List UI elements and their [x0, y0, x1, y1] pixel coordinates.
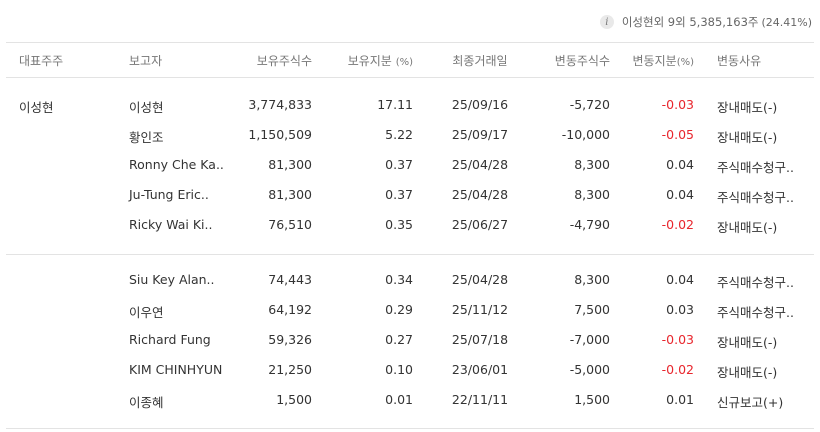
header-reason: 변동사유 — [717, 54, 762, 68]
reason-cell: 장내매도(-) — [717, 365, 778, 380]
change-ratio-cell: 0.03 — [666, 302, 694, 317]
change-ratio-cell: 0.01 — [666, 392, 694, 407]
ratio-cell: 0.01 — [385, 392, 413, 407]
reason-cell: 주식매수청구.. — [717, 160, 794, 175]
change-shares-cell: -4,790 — [569, 217, 610, 232]
change-ratio-cell: -0.05 — [661, 127, 694, 142]
shares-cell: 76,510 — [268, 217, 312, 232]
rep-shareholder: 이성현 — [19, 100, 54, 115]
header-change-ratio: 변동지분(%) — [610, 52, 694, 69]
reason-cell: 주식매수청구.. — [717, 275, 794, 290]
shares-cell: 59,326 — [268, 332, 312, 347]
header-change-shares: 변동주식수 — [554, 54, 610, 68]
ratio-cell: 0.37 — [385, 187, 413, 202]
reason-cell: 주식매수청구.. — [717, 305, 794, 320]
shares-cell: 64,192 — [268, 302, 312, 317]
shares-cell: 3,774,833 — [248, 97, 312, 112]
header-ratio-unit: (%) — [395, 57, 413, 68]
change-shares-cell: 8,300 — [574, 272, 610, 287]
change-ratio-cell: -0.02 — [661, 362, 694, 377]
summary-text: 이성현외 9외 5,385,163주 — [621, 15, 759, 29]
header-change-ratio-label: 변동지분 — [632, 54, 677, 68]
ratio-cell: 0.34 — [385, 272, 413, 287]
change-ratio-cell: -0.02 — [661, 217, 694, 232]
shares-cell: 81,300 — [268, 157, 312, 172]
last-date-cell: 25/06/27 — [451, 217, 509, 232]
last-date-cell: 25/09/17 — [451, 127, 509, 142]
header-change-ratio-unit: (%) — [676, 57, 694, 68]
ratio-cell: 0.27 — [385, 332, 413, 347]
change-ratio-cell: 0.04 — [666, 272, 694, 287]
ratio-cell: 0.37 — [385, 157, 413, 172]
change-shares-cell: 8,300 — [574, 157, 610, 172]
last-date-cell: 22/11/11 — [451, 392, 509, 407]
ratio-cell: 5.22 — [385, 127, 413, 142]
last-date-cell: 25/04/28 — [451, 272, 509, 287]
reason-cell: 주식매수청구.. — [717, 190, 794, 205]
shares-cell: 81,300 — [268, 187, 312, 202]
change-shares-cell: -7,000 — [569, 332, 610, 347]
summary-percent: (24.41%) — [761, 15, 812, 29]
reason-cell: 신규보고(+) — [717, 395, 784, 410]
info-icon[interactable]: i — [599, 15, 614, 29]
group-divider — [6, 254, 814, 255]
change-ratio-cell: -0.03 — [661, 332, 694, 347]
change-ratio-cell: 0.04 — [666, 187, 694, 202]
ratio-cell: 0.10 — [385, 362, 413, 377]
header-shares: 보유주식수 — [256, 54, 312, 68]
change-shares-cell: -10,000 — [561, 127, 610, 142]
shareholder-summary: i 이성현외 9외 5,385,163주 (24.41%) — [599, 13, 812, 31]
header-rep: 대표주주 — [19, 54, 64, 68]
change-shares-cell: -5,000 — [569, 362, 610, 377]
header-bottom-border — [6, 77, 814, 78]
reason-cell: 장내매도(-) — [717, 335, 778, 350]
ratio-cell: 0.35 — [385, 217, 413, 232]
last-date-cell: 25/07/18 — [451, 332, 509, 347]
header-ratio: 보유지분 (%) — [318, 52, 413, 69]
header-last-date: 최종거래일 — [452, 54, 508, 68]
reason-cell: 장내매도(-) — [717, 220, 778, 235]
table-top-border — [6, 42, 814, 43]
header-ratio-label: 보유지분 — [347, 54, 392, 68]
change-shares-cell: 8,300 — [574, 187, 610, 202]
last-date-cell: 23/06/01 — [451, 362, 509, 377]
change-shares-cell: 1,500 — [574, 392, 610, 407]
last-date-cell: 25/04/28 — [451, 187, 509, 202]
reason-cell: 장내매도(-) — [717, 130, 778, 145]
shares-cell: 1,500 — [276, 392, 312, 407]
shares-cell: 1,150,509 — [248, 127, 312, 142]
change-ratio-cell: -0.03 — [661, 97, 694, 112]
shares-cell: 21,250 — [268, 362, 312, 377]
last-date-cell: 25/11/12 — [451, 302, 509, 317]
change-shares-cell: -5,720 — [569, 97, 610, 112]
ratio-cell: 0.29 — [385, 302, 413, 317]
shares-cell: 74,443 — [268, 272, 312, 287]
ratio-cell: 17.11 — [377, 97, 413, 112]
reason-cell: 장내매도(-) — [717, 100, 778, 115]
group-divider — [6, 428, 814, 429]
header-reporter: 보고자 — [129, 54, 163, 68]
change-shares-cell: 7,500 — [574, 302, 610, 317]
last-date-cell: 25/04/28 — [451, 157, 509, 172]
last-date-cell: 25/09/16 — [451, 97, 509, 112]
change-ratio-cell: 0.04 — [666, 157, 694, 172]
